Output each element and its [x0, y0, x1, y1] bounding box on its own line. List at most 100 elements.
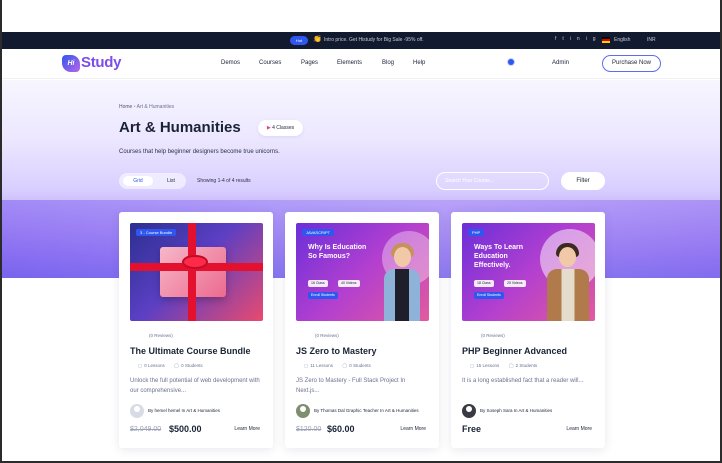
bundle-tag: 3 - Course Bundle [136, 229, 177, 236]
instructor-photo [542, 241, 592, 321]
breadcrumb: Home • Art & Humanities [119, 104, 174, 110]
course-meta: ▢ 0 Lessons ◯ 0 Students [138, 363, 203, 369]
book-icon: ▢ [138, 363, 143, 368]
course-card[interactable]: 3 - Course Bundle (0 Reviews) The Ultima… [119, 212, 273, 448]
head-shape [559, 247, 576, 267]
book-icon: ▢ [470, 363, 475, 368]
book-icon: ▢ [304, 363, 309, 368]
course-title[interactable]: JS Zero to Mastery [296, 346, 377, 356]
course-description: JS Zero to Mastery - Full Stack Project … [296, 378, 406, 394]
course-description: It is a long established fact that a rea… [462, 378, 584, 384]
body-shape [384, 269, 420, 321]
breadcrumb-separator: • [133, 104, 136, 110]
twitter-icon[interactable]: t [562, 36, 569, 42]
site-header: Hi Study Demos Courses Pages Elements Bl… [2, 49, 720, 79]
logo-icon[interactable]: Hi [62, 55, 80, 72]
purchase-now-button[interactable]: Purchase Now [602, 55, 661, 72]
course-title[interactable]: PHP Beginner Advanced [462, 346, 567, 356]
list-view-button[interactable]: List [159, 176, 183, 186]
nav-pages[interactable]: Pages [301, 60, 318, 66]
germany-flag-icon [602, 37, 610, 43]
results-count: Showing 1-4 of 4 results [197, 178, 251, 184]
nav-courses[interactable]: Courses [259, 60, 281, 66]
course-thumbnail[interactable]: JAVASCRIPT Why Is Education So Famous? 1… [296, 223, 429, 321]
reviews-count: (0 Reviews) [149, 333, 173, 338]
play-icon: ▶ [266, 125, 271, 131]
course-meta: ▢ 11 Lessons ◯ 0 Students [304, 363, 371, 369]
avatar[interactable] [130, 404, 144, 418]
learn-more-link[interactable]: Learn More [400, 426, 426, 432]
user-icon: ◯ [174, 363, 180, 368]
nav-demos[interactable]: Demos [221, 60, 240, 66]
author-line[interactable]: By Soseph Sara In Art & Humanities [480, 407, 592, 414]
ribbon-vertical [188, 223, 196, 321]
page-subtitle: Courses that help beginner designers bec… [119, 149, 280, 155]
course-description: Unlock the full potential of web develop… [130, 378, 260, 394]
course-title[interactable]: The Ultimate Course Bundle [130, 346, 251, 356]
admin-link[interactable]: Admin [552, 60, 569, 66]
instructor-photo [380, 241, 424, 321]
thumbnail-headline: Ways To Learn Education Effectively. [474, 244, 524, 269]
sale-price: $60.00 [327, 424, 355, 434]
lessons-count: 15 Lessons [476, 363, 500, 368]
course-author: By hemel hemel In Art & Humanities [130, 404, 262, 418]
logo-text[interactable]: Study [81, 54, 121, 71]
course-thumbnail[interactable]: 3 - Course Bundle [130, 223, 263, 321]
avatar[interactable] [462, 404, 476, 418]
avatar[interactable] [296, 404, 310, 418]
students-count: 0 Students [181, 363, 203, 368]
course-card[interactable]: PHP Ways To Learn Education Effectively.… [451, 212, 605, 448]
filter-button[interactable]: Filter [561, 172, 605, 190]
original-price: $2,049.00 [130, 426, 162, 433]
view-toggle: Grid List [119, 173, 186, 189]
currency-select[interactable]: INR [647, 37, 656, 43]
nav-help[interactable]: Help [413, 60, 425, 66]
students-count: 2 Students [515, 363, 538, 368]
lessons-count: 11 Lessons [310, 363, 333, 368]
classes-count-label: 4 Classes [272, 125, 295, 131]
linkedin-icon[interactable]: in [570, 36, 586, 42]
enroll-pill: Enroll Students [474, 292, 504, 299]
ribbon-bow [182, 255, 208, 269]
price-free: Free [462, 424, 482, 434]
user-icon: ◯ [342, 363, 348, 368]
learn-more-link[interactable]: Learn More [566, 426, 592, 432]
sale-price: $500.00 [169, 424, 202, 434]
video-count-pill: 40 Videos [338, 280, 360, 287]
instagram-icon[interactable]: ig [586, 36, 602, 42]
author-line[interactable]: By Thomas Dal Graphic Teacher In Art & H… [314, 407, 426, 414]
nav-blog[interactable]: Blog [382, 60, 394, 66]
hot-badge: Hot [290, 36, 308, 45]
author-line[interactable]: By hemel hemel In Art & Humanities [148, 407, 260, 414]
category-tag: JAVASCRIPT [302, 229, 335, 236]
promo-bar: Hot 👏 Intro price. Get Histudy for Big S… [2, 32, 720, 49]
breadcrumb-home[interactable]: Home [119, 104, 132, 110]
video-count-pill: 25 Videos [504, 280, 526, 287]
enroll-pill: Enroll Students [308, 292, 338, 299]
class-count-pill: 18 Class [474, 280, 494, 287]
clap-icon: 👏 [313, 36, 322, 43]
course-author: By Thomas Dal Graphic Teacher In Art & H… [296, 404, 428, 418]
notification-dot-icon[interactable] [508, 59, 514, 65]
grid-view-button[interactable]: Grid [123, 176, 153, 186]
course-meta: ▢ 15 Lessons ◯ 2 Students [470, 363, 537, 369]
window-top-space [2, 0, 720, 32]
learn-more-link[interactable]: Learn More [234, 426, 260, 432]
lessons-count: 0 Lessons [144, 363, 165, 368]
class-count-pill: 16 Class [308, 280, 328, 287]
language-select[interactable]: English [614, 37, 630, 43]
original-price: $120.00 [296, 426, 322, 433]
reviews-count: (0 Reviews) [315, 333, 339, 338]
page-title: Art & Humanities [119, 119, 241, 136]
head-shape [394, 247, 411, 267]
course-card[interactable]: JAVASCRIPT Why Is Education So Famous? 1… [285, 212, 439, 448]
course-thumbnail[interactable]: PHP Ways To Learn Education Effectively.… [462, 223, 595, 321]
nav-elements[interactable]: Elements [337, 60, 362, 66]
user-icon: ◯ [508, 363, 514, 368]
promo-text[interactable]: Intro price. Get Histudy for Big Sale -9… [324, 37, 424, 43]
course-author: By Soseph Sara In Art & Humanities [462, 404, 594, 418]
social-icons[interactable]: ftinig [555, 36, 602, 42]
body-shape [547, 269, 589, 321]
thumbnail-headline: Why Is Education So Famous? [308, 244, 367, 260]
course-search-input[interactable] [436, 172, 549, 190]
